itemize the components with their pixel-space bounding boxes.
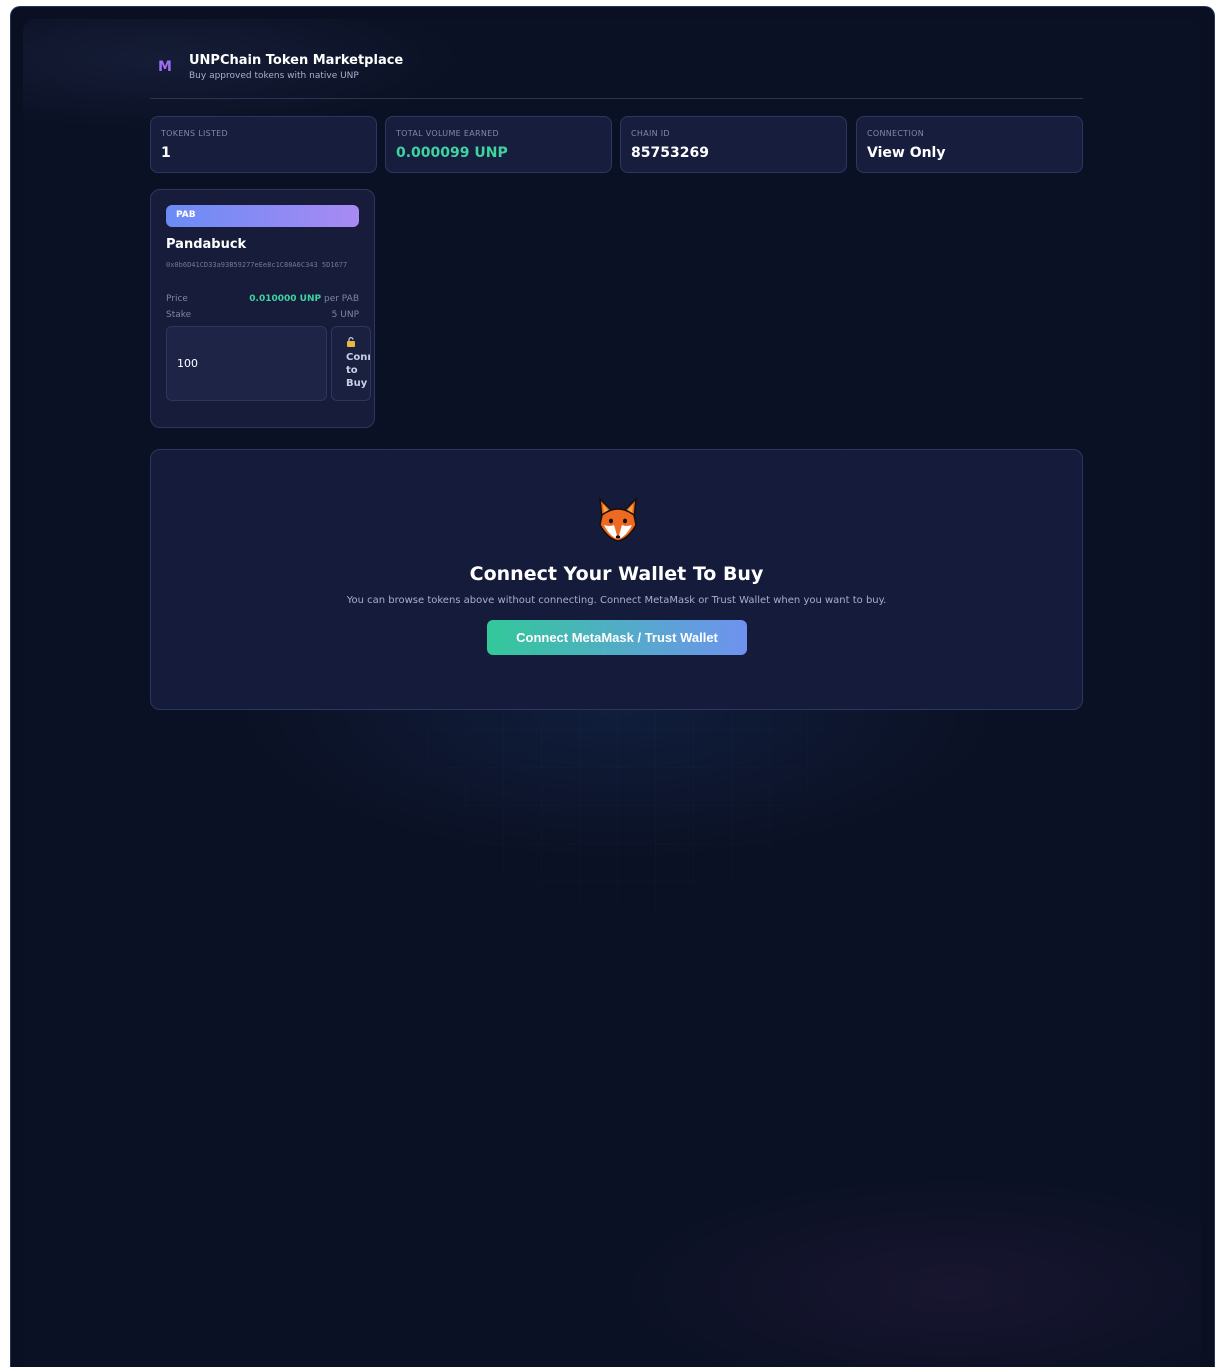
price-row: Price 0.010000 UNP per PAB [166,294,359,306]
stat-label: CHAIN ID [631,129,670,138]
quantity-input[interactable] [166,326,327,401]
stat-value: 85753269 [631,145,709,161]
token-card: PAB Pandabuck 0x0b6D41CD33a93B59277eEe8c… [150,189,375,428]
price-value-group: 0.010000 UNP per PAB [249,294,359,304]
logo: M [158,59,172,75]
connect-title: Connect Your Wallet To Buy [469,563,764,585]
stat-tokens-listed: TOKENS LISTED 1 [150,116,377,173]
stake-value: 5 UNP [331,310,359,320]
stake-row: Stake 5 UNP [166,310,359,322]
lock-icon [347,337,355,347]
stat-connection: CONNECTION View Only [856,116,1083,173]
stat-value: 0.000099 UNP [396,145,508,161]
app-subtitle: Buy approved tokens with native UNP [189,71,359,81]
app-title: UNPChain Token Marketplace [189,53,404,68]
token-address[interactable]: 0x0b6D41CD33a93B59277eEe8c1C80A6C343 5D1… [166,260,361,270]
stat-label: TOKENS LISTED [161,129,228,138]
stat-value: 1 [161,145,171,161]
stat-label: TOTAL VOLUME EARNED [396,129,499,138]
price-label: Price [166,294,188,304]
connect-wallet-button[interactable]: Connect MetaMask / Trust Wallet [487,620,747,655]
token-name: Pandabuck [166,237,247,252]
token-symbol: PAB [176,210,196,220]
stat-label: CONNECTION [867,129,925,138]
connect-to-buy-label: Connect to Buy [346,352,370,389]
app-header: M UNPChain Token Marketplace Buy approve… [150,47,1083,99]
browser-frame: M UNPChain Token Marketplace Buy approve… [10,6,1215,1367]
price-value: 0.010000 UNP [249,294,322,304]
token-symbol-badge: PAB [166,205,359,227]
stake-label: Stake [166,310,192,320]
stat-chain-id: CHAIN ID 85753269 [620,116,847,173]
connect-description: You can browse tokens above without conn… [346,595,887,606]
connect-to-buy-button[interactable]: Connect to Buy [331,326,371,401]
price-unit: per PAB [324,294,359,304]
fox-icon [599,497,637,542]
stat-value: View Only [867,145,946,161]
connect-wallet-panel: Connect Your Wallet To Buy You can brows… [150,449,1083,710]
stat-total-volume: TOTAL VOLUME EARNED 0.000099 UNP [385,116,612,173]
